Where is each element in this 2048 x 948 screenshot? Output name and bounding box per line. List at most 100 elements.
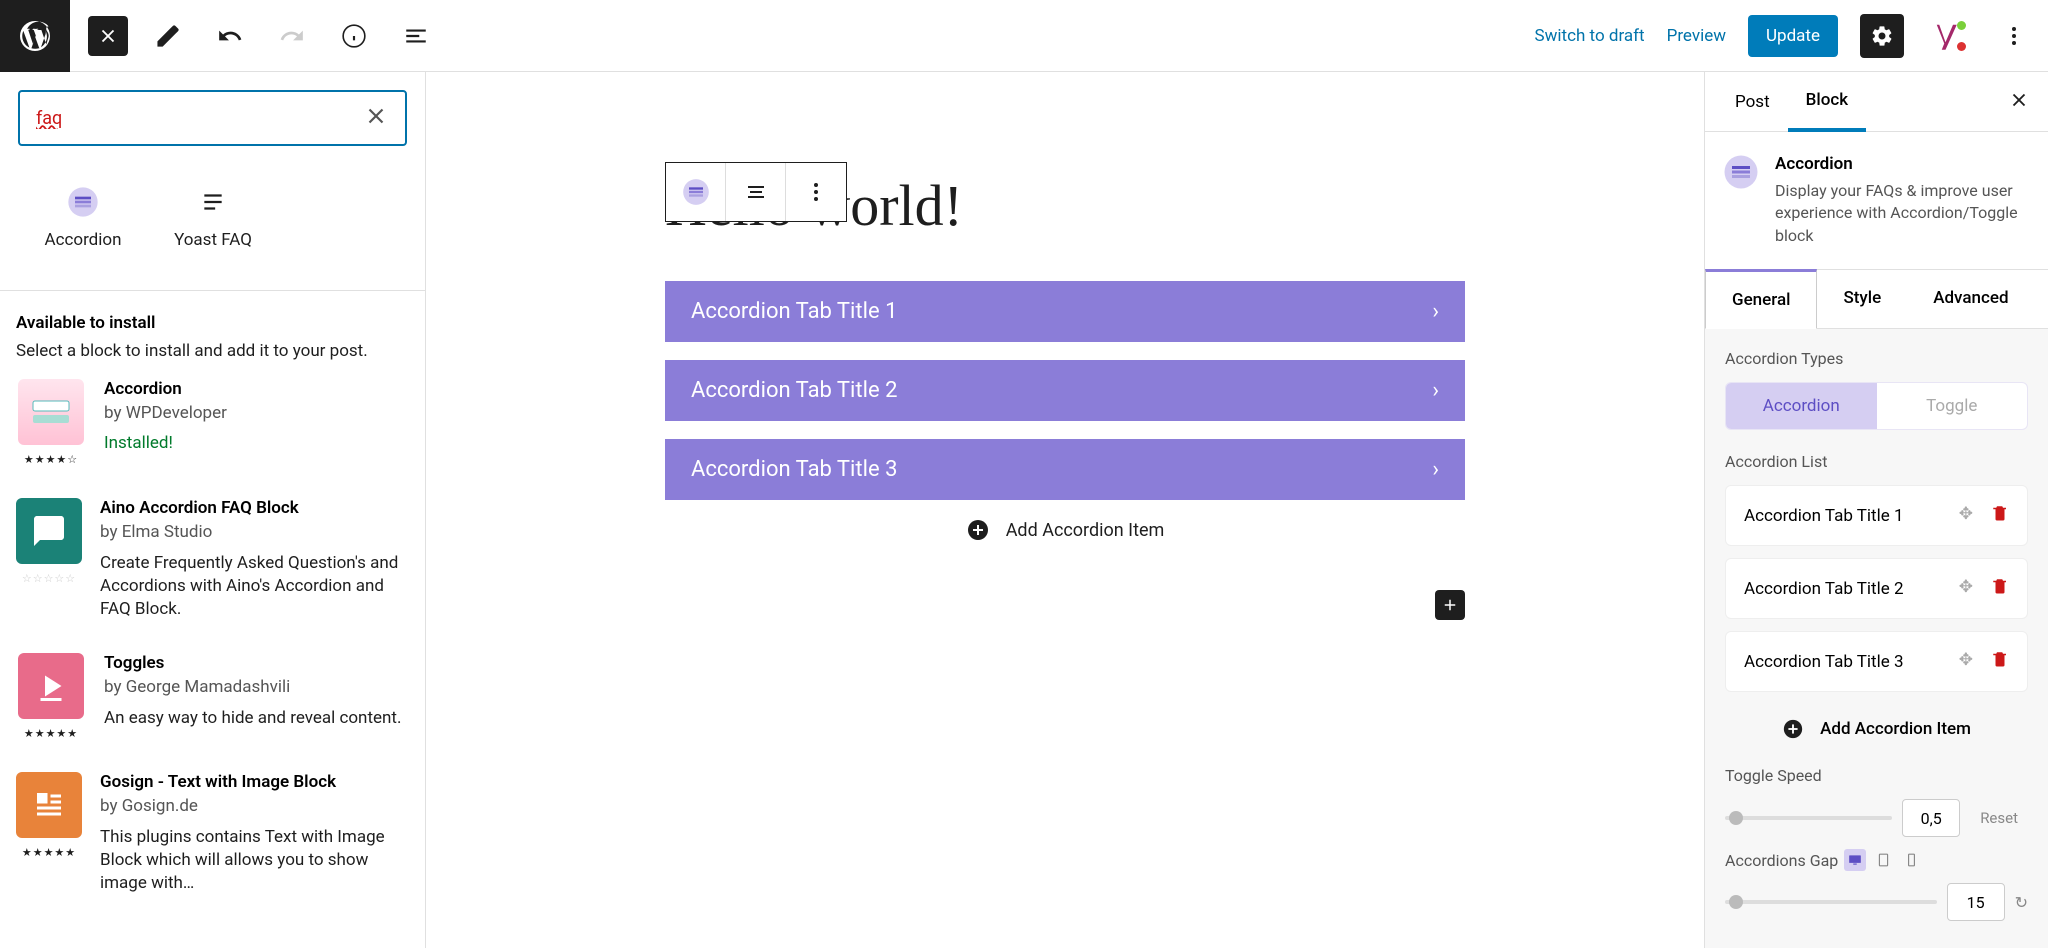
accordion-item-title: Accordion Tab Title 2 [691,378,897,403]
block-inserter-panel: Accordion Yoast FAQ Available to install… [0,72,426,948]
list-item: Accordion Tab Title 3 ✥ [1725,631,2028,692]
desktop-icon[interactable] [1844,849,1866,871]
wordpress-logo[interactable] [0,0,70,72]
list-item-title: Accordion Tab Title 2 [1744,579,1904,599]
move-handle-icon[interactable]: ✥ [1959,504,1973,527]
editor-canvas[interactable]: Hello world! Accordion Tab Title 1 › [426,72,1704,948]
mobile-icon[interactable] [1900,849,1922,871]
plugin-description: Create Frequently Asked Question's and A… [100,552,409,621]
block-tile-label: Yoast FAQ [174,230,252,250]
list-item: Accordion Tab Title 1 ✥ [1725,485,2028,546]
accordion-type-toggle: Accordion Toggle [1725,382,2028,430]
yoast-faq-icon [197,186,229,218]
search-input[interactable] [36,108,363,129]
tablet-icon[interactable] [1872,849,1894,871]
rating-stars: ★★★★☆ [24,453,78,466]
accordion-item[interactable]: Accordion Tab Title 3 › [665,439,1465,500]
toggle-speed-input[interactable] [1902,799,1960,837]
preview-link[interactable]: Preview [1667,26,1726,46]
available-sub: Select a block to install and add it to … [16,341,409,361]
move-handle-icon[interactable]: ✥ [1959,577,1973,600]
list-item: Accordion Tab Title 2 ✥ [1725,558,2028,619]
block-type-icon[interactable] [666,163,726,221]
clear-search-icon[interactable] [363,103,389,133]
plugin-row[interactable]: ★★★★★ Gosign - Text with Image Block by … [0,772,425,927]
accordion-block-icon [67,186,99,218]
toggle-speed-slider[interactable] [1725,816,1892,820]
plugin-author: by Elma Studio [100,522,409,542]
plugin-title: Toggles [104,653,401,673]
plugin-description: This plugins contains Text with Image Bl… [100,826,409,895]
plugin-thumb [16,498,82,564]
settings-sidebar: Post Block Accordion Display your FAQs &… [1704,72,2048,948]
type-accordion-button[interactable]: Accordion [1726,383,1877,429]
more-options-icon[interactable] [1992,14,2036,58]
plugin-author: by George Mamadashvili [104,677,401,697]
accordion-item-title: Accordion Tab Title 3 [691,457,897,482]
redo-icon [270,14,314,58]
rating-stars: ★★★★★ [24,727,78,740]
toggle-speed-label: Toggle Speed [1725,766,2028,785]
delete-icon[interactable] [1991,577,2009,600]
outline-icon[interactable] [394,14,438,58]
accordions-gap-slider[interactable] [1725,900,1937,904]
plugin-author: by Gosign.de [100,796,409,816]
plugin-row[interactable]: ★★★★★ Toggles by George Mamadashvili An … [0,653,425,772]
add-accordion-item-button[interactable]: Add Accordion Item [665,518,1465,542]
more-block-options-icon[interactable] [786,163,846,221]
edit-tools-icon[interactable] [146,14,190,58]
tab-block[interactable]: Block [1788,72,1866,132]
list-item-title: Accordion Tab Title 3 [1744,652,1904,672]
block-tile-yoast-faq[interactable]: Yoast FAQ [148,178,278,258]
chevron-right-icon: › [1432,378,1439,403]
subtab-advanced[interactable]: Advanced [1907,270,2034,328]
accordion-item[interactable]: Accordion Tab Title 1 › [665,281,1465,342]
available-heading: Available to install [16,313,409,333]
block-tile-label: Accordion [45,230,122,250]
block-tile-accordion[interactable]: Accordion [18,178,148,258]
plugin-title: Gosign - Text with Image Block [100,772,409,792]
plugin-installed-label: Installed! [104,433,227,453]
align-icon[interactable] [726,163,786,221]
reset-gap-icon[interactable]: ↻ [2015,893,2028,912]
delete-icon[interactable] [1991,650,2009,673]
accordion-item-title: Accordion Tab Title 1 [691,299,897,324]
close-inserter-button[interactable] [88,16,128,56]
accordions-gap-input[interactable] [1947,883,2005,921]
undo-icon[interactable] [208,14,252,58]
subtab-style[interactable]: Style [1817,270,1907,328]
plugin-row[interactable]: ★★★★☆ Accordion by WPDeveloper Installed… [0,379,425,498]
subtab-general[interactable]: General [1705,269,1817,329]
settings-gear-icon[interactable] [1860,14,1904,58]
block-description: Display your FAQs & improve user experie… [1775,180,2030,247]
top-toolbar: Switch to draft Preview Update [0,0,2048,72]
accordion-list-label: Accordion List [1725,452,2028,471]
update-button[interactable]: Update [1748,15,1838,57]
chevron-right-icon: › [1432,457,1439,482]
yoast-icon[interactable] [1926,14,1970,58]
block-name: Accordion [1775,154,2030,174]
plugin-title: Aino Accordion FAQ Block [100,498,409,518]
search-input-wrapper [18,90,407,146]
add-block-button[interactable] [1435,590,1465,620]
info-icon[interactable] [332,14,376,58]
rating-stars: ★★★★★ [22,846,76,859]
rating-stars: ☆☆☆☆☆ [22,572,76,585]
reset-speed-button[interactable]: Reset [1970,803,2028,833]
type-toggle-button[interactable]: Toggle [1877,383,2028,429]
add-accordion-item-sidebar[interactable]: Add Accordion Item [1725,704,2028,746]
plugin-thumb [16,772,82,838]
delete-icon[interactable] [1991,504,2009,527]
accordion-item[interactable]: Accordion Tab Title 2 › [665,360,1465,421]
close-sidebar-icon[interactable] [1990,77,2048,127]
move-handle-icon[interactable]: ✥ [1959,650,1973,673]
switch-to-draft-link[interactable]: Switch to draft [1535,26,1645,46]
tab-post[interactable]: Post [1717,74,1788,130]
block-toolbar [665,162,847,222]
plugin-title: Accordion [104,379,227,399]
plugin-thumb [18,653,84,719]
chevron-right-icon: › [1432,299,1439,324]
add-item-label: Add Accordion Item [1006,520,1165,541]
plugin-description: An easy way to hide and reveal content. [104,707,401,730]
plugin-row[interactable]: ☆☆☆☆☆ Aino Accordion FAQ Block by Elma S… [0,498,425,653]
